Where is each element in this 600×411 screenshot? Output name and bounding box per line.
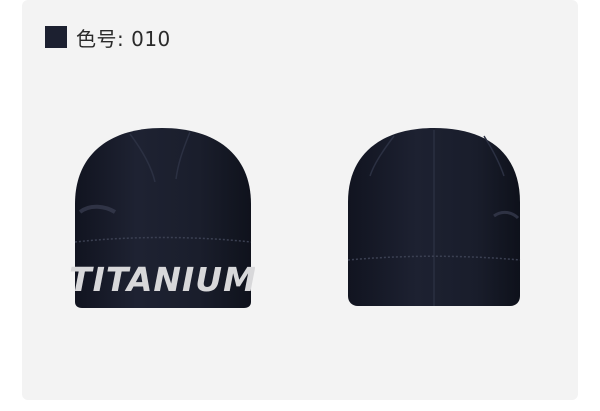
color-code-label: 色号: 010 (45, 24, 171, 51)
color-code-text: 色号: 010 (76, 26, 171, 51)
beanie-back-icon (344, 124, 524, 319)
knit-brand-text: TITANIUM (70, 260, 255, 299)
beanie-front-icon: TITANIUM (69, 124, 256, 319)
color-swatch (45, 26, 67, 48)
